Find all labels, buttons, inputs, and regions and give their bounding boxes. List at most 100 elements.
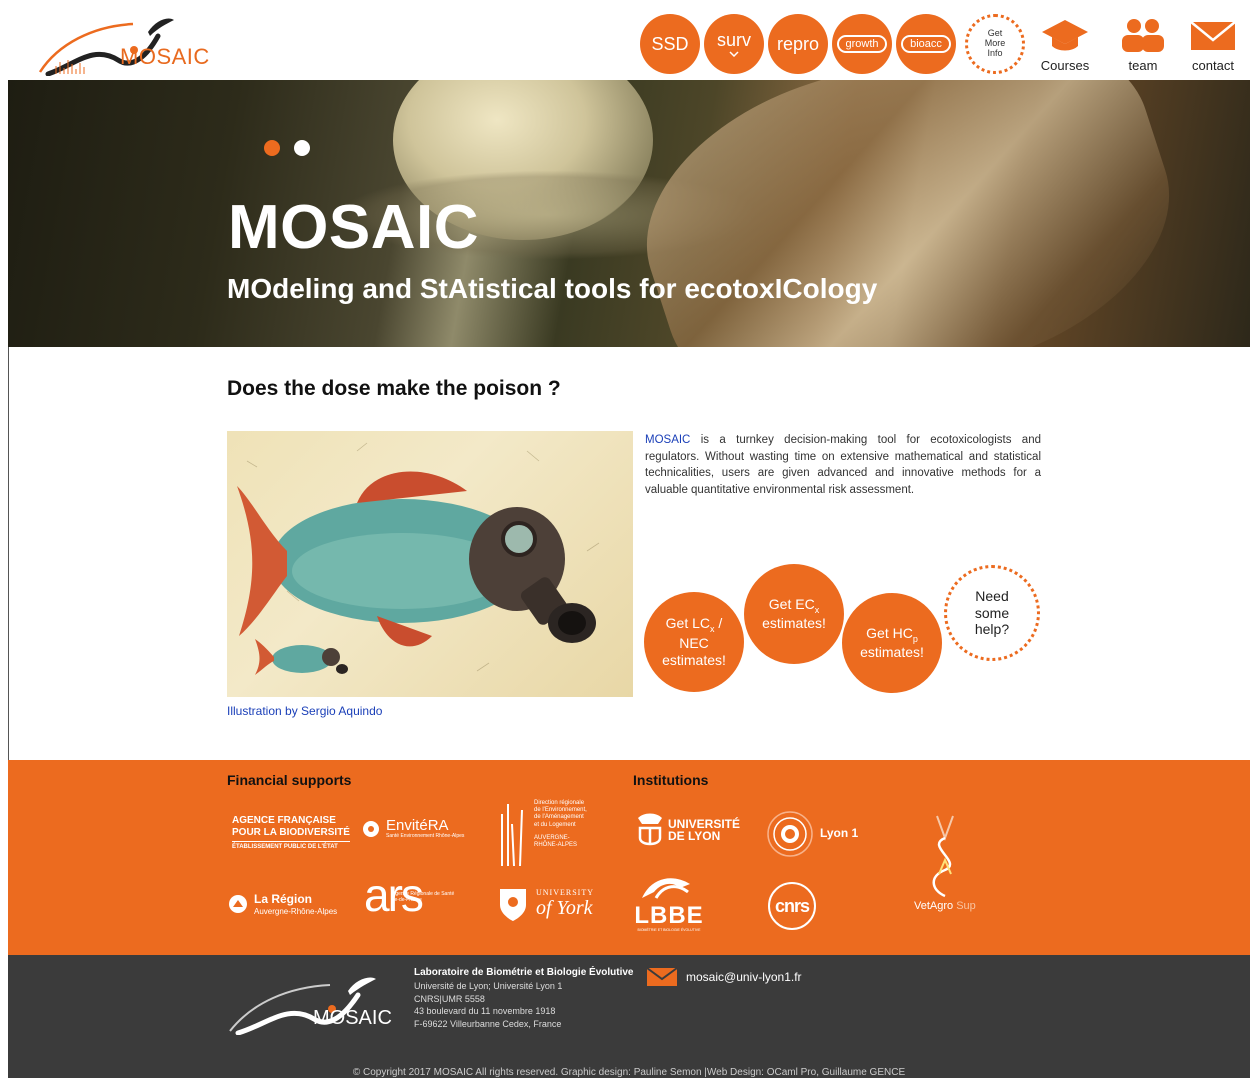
dreal-logo[interactable]: Direction régionale de l'Environnement, … <box>498 800 587 868</box>
lyon1-logo[interactable]: Lyon 1 <box>766 810 858 858</box>
dreal-line4: et du Logement <box>534 821 576 828</box>
supports-band: Financial supports Institutions AGENCE F… <box>8 760 1250 955</box>
york-line2: of York <box>536 897 593 920</box>
nav-surv[interactable]: surv <box>704 14 764 74</box>
york-crest-icon <box>500 889 526 921</box>
cnrs-ring: cnrs <box>768 882 816 930</box>
region-sub: Auvergne-Rhône-Alpes <box>254 906 338 916</box>
cta-hc-line1: Get HC <box>866 624 913 641</box>
nav-bioacc[interactable]: bioacc <box>896 14 956 74</box>
cta-get-lc-nec[interactable]: Get LCx / NEC estimates! <box>644 592 744 692</box>
nav-team-label: team <box>1128 58 1158 73</box>
afb-line1: AGENCE FRANÇAISE <box>232 815 336 826</box>
envitera-name: EnvitéRA <box>386 817 449 834</box>
cta-lc-line2: / <box>714 615 723 632</box>
dreal-line6: RHÔNE-ALPES <box>534 841 578 848</box>
lyon1-emblem-icon <box>767 811 813 857</box>
institutions-heading: Institutions <box>633 772 709 788</box>
nav-ssd[interactable]: SSD <box>640 14 700 74</box>
financial-supports-heading: Financial supports <box>227 772 352 788</box>
udl-line2: DE LYON <box>668 829 721 843</box>
nav-team[interactable]: team <box>1120 18 1166 73</box>
nav-ssd-label: SSD <box>651 34 689 54</box>
nav-get-more-info[interactable]: Get More Info <box>965 14 1025 74</box>
nav-courses[interactable]: Courses <box>1040 18 1090 73</box>
cta-help-label: Need some help? <box>974 587 1010 638</box>
dreal-line5: AUVERGNE- <box>534 834 570 841</box>
nav-contact[interactable]: contact <box>1188 18 1238 73</box>
ars-logo[interactable]: ars Agence Régionale de Santé Île-de-Fra… <box>364 872 462 918</box>
hero-branch <box>611 80 1205 347</box>
vetagro-emblem-icon <box>932 815 954 898</box>
vetagro-name: VetAgro <box>914 899 954 912</box>
york-logo[interactable]: UNIVERSITY of York <box>498 885 594 923</box>
carousel-dot-1[interactable] <box>264 140 280 156</box>
lbbe-name: LBBE <box>634 901 704 929</box>
copyright-notice: © Copyright 2017 MOSAIC All rights reser… <box>352 1067 906 1078</box>
lbbe-logo[interactable]: LBBE BIOMÉTRIE ET BIOLOGIE ÉVOLUTIVE <box>634 870 704 932</box>
lbbe-sub: BIOMÉTRIE ET BIOLOGIE ÉVOLUTIVE <box>637 927 701 932</box>
nav-courses-label: Courses <box>1040 58 1090 73</box>
carousel-dot-2[interactable] <box>294 140 310 156</box>
hero-subtitle: MOdeling and StAtistical tools for ecoto… <box>227 273 878 304</box>
footer-email[interactable]: mosaic@univ-lyon1.fr <box>646 967 802 987</box>
lab-name: Laboratoire de Biométrie et Biologie Évo… <box>414 967 634 978</box>
afb-line3: ÉTABLISSEMENT PUBLIC DE L'ÉTAT <box>232 841 350 851</box>
envitera-logo[interactable]: EnvitéRA Santé Environnement Rhône-Alpes <box>362 817 464 840</box>
lab-line-1: Université de Lyon; Université Lyon 1 <box>414 981 563 991</box>
nav-repro[interactable]: repro <box>768 14 828 74</box>
cta-hc-sub: p <box>912 633 918 644</box>
lbbe-emblem-icon <box>642 878 690 899</box>
cnrs-logo[interactable]: cnrs <box>768 882 816 930</box>
nav-bioacc-label: bioacc <box>901 35 951 53</box>
nav-surv-text: surv <box>716 30 751 50</box>
illustration-credit-link[interactable]: Illustration by Sergio Aquindo <box>227 704 382 718</box>
cta-get-ec[interactable]: Get ECx estimates! <box>744 564 844 664</box>
york-line1: UNIVERSITY <box>536 887 594 897</box>
cta-lc-line3: NEC <box>679 635 709 651</box>
cnrs-name: cnrs <box>774 895 810 916</box>
nav-growth-label: growth <box>837 35 887 53</box>
cta-lc-line4: estimates! <box>662 651 726 668</box>
cta-ec-sub: x <box>814 604 820 615</box>
ars-sub: Agence Régionale de Santé Île-de-France <box>392 891 455 903</box>
intro-mosaic-link[interactable]: MOSAIC <box>645 434 690 446</box>
nav-get-more-info-label: Get More Info <box>984 28 1006 58</box>
dreal-line3: de l'Aménagement <box>534 814 584 821</box>
lab-address: Laboratoire de Biométrie et Biologie Évo… <box>414 966 634 1030</box>
nav-contact-label: contact <box>1192 58 1234 73</box>
cta-hc-label: Get HCp estimates! <box>860 625 924 661</box>
lion-icon <box>638 813 662 846</box>
afb-logo[interactable]: AGENCE FRANÇAISE POUR LA BIODIVERSITÉ ÉT… <box>232 815 350 851</box>
chevron-down-icon <box>729 51 739 57</box>
afb-line2: POUR LA BIODIVERSITÉ <box>232 826 350 838</box>
cta-lc-label: Get LCx / NEC estimates! <box>662 615 726 668</box>
nav-surv-label: surv <box>717 31 751 57</box>
nav-repro-label: repro <box>776 34 820 54</box>
footer-logo-wordmark: MOSAIC <box>313 1007 392 1029</box>
site-footer: MOSAIC Laboratoire de Biométrie et Biolo… <box>8 955 1250 1078</box>
lyon1-name: Lyon 1 <box>820 826 859 841</box>
region-name: La Région <box>254 892 313 906</box>
intro-paragraph: MOSAIC is a turnkey decision-making tool… <box>645 432 1041 499</box>
cta-hc-line2: estimates! <box>860 644 924 661</box>
cta-ec-line2: estimates! <box>762 615 826 632</box>
envelope-icon <box>646 967 678 986</box>
region-icon <box>229 895 247 914</box>
vetagro-sub: Sup <box>956 899 976 912</box>
section-title: Does the dose make the poison ? <box>227 377 561 400</box>
nav-growth[interactable]: growth <box>832 14 892 74</box>
vetagro-logo[interactable]: VetAgro Sup <box>914 812 976 912</box>
cta-get-hc[interactable]: Get HCp estimates! <box>842 593 942 693</box>
lab-line-3: 43 boulevard du 11 novembre 1918 <box>414 1006 556 1017</box>
cta-need-help[interactable]: Need some help? <box>944 565 1040 661</box>
intro-text: is a turnkey decision-making tool for ec… <box>645 434 1041 497</box>
logo-wordmark[interactable]: MOSAIC <box>120 44 210 70</box>
lab-line-4: F-69622 Villeurbanne Cedex, France <box>414 1018 562 1029</box>
site-header: MOSAIC SSD surv repro growth bioacc Get … <box>0 0 1250 80</box>
hero-banner: MOSAIC MOdeling and StAtistical tools fo… <box>8 80 1250 347</box>
region-logo[interactable]: La Région Auvergne-Rhône-Alpes <box>228 892 338 916</box>
universite-de-lyon-logo[interactable]: UNIVERSITÉ DE LYON <box>636 810 740 850</box>
fish-illustration-art <box>237 442 600 675</box>
cta-lc-line1: Get LC <box>665 615 711 632</box>
